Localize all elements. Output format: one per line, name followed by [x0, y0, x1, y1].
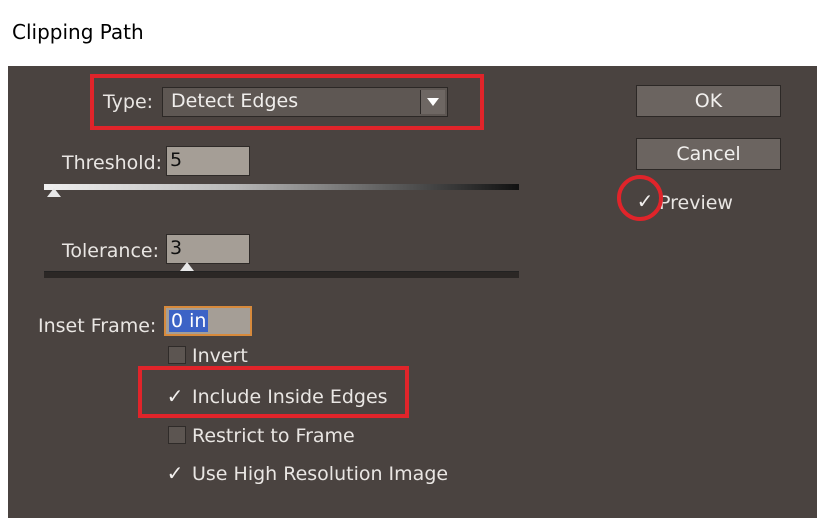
threshold-slider-thumb[interactable]: [46, 188, 61, 197]
cancel-button[interactable]: Cancel: [636, 138, 781, 170]
type-highlight-box: [90, 74, 484, 130]
use-high-resolution-checkbox[interactable]: ✓: [166, 461, 184, 485]
inset-frame-value: 0 in: [169, 310, 209, 332]
threshold-input[interactable]: 5: [166, 146, 250, 176]
ok-button[interactable]: OK: [636, 85, 781, 117]
threshold-label: Threshold:: [62, 152, 163, 174]
restrict-to-frame-checkbox[interactable]: [168, 426, 186, 444]
inset-frame-input[interactable]: 0 in: [164, 306, 252, 336]
tolerance-slider-track[interactable]: [44, 271, 519, 278]
preview-label: Preview: [659, 192, 733, 214]
threshold-slider-track[interactable]: [44, 184, 519, 190]
include-inside-edges-highlight-box: [138, 366, 409, 418]
tolerance-input[interactable]: 3: [166, 234, 250, 264]
title-bar: Clipping Path: [0, 0, 817, 60]
inset-frame-label: Inset Frame:: [38, 315, 157, 337]
dialog-title: Clipping Path: [12, 20, 144, 44]
check-icon: ✓: [166, 461, 184, 485]
dialog-panel: [8, 66, 817, 518]
use-high-resolution-label: Use High Resolution Image: [192, 463, 449, 485]
tolerance-label: Tolerance:: [62, 240, 160, 262]
invert-checkbox[interactable]: [168, 346, 186, 364]
tolerance-slider-thumb[interactable]: [179, 262, 194, 271]
preview-highlight-circle: [617, 175, 663, 221]
restrict-to-frame-label: Restrict to Frame: [192, 425, 355, 447]
clipping-path-dialog: Clipping Path Type: Detect Edges Thresho…: [0, 0, 817, 518]
invert-label: Invert: [192, 345, 248, 367]
